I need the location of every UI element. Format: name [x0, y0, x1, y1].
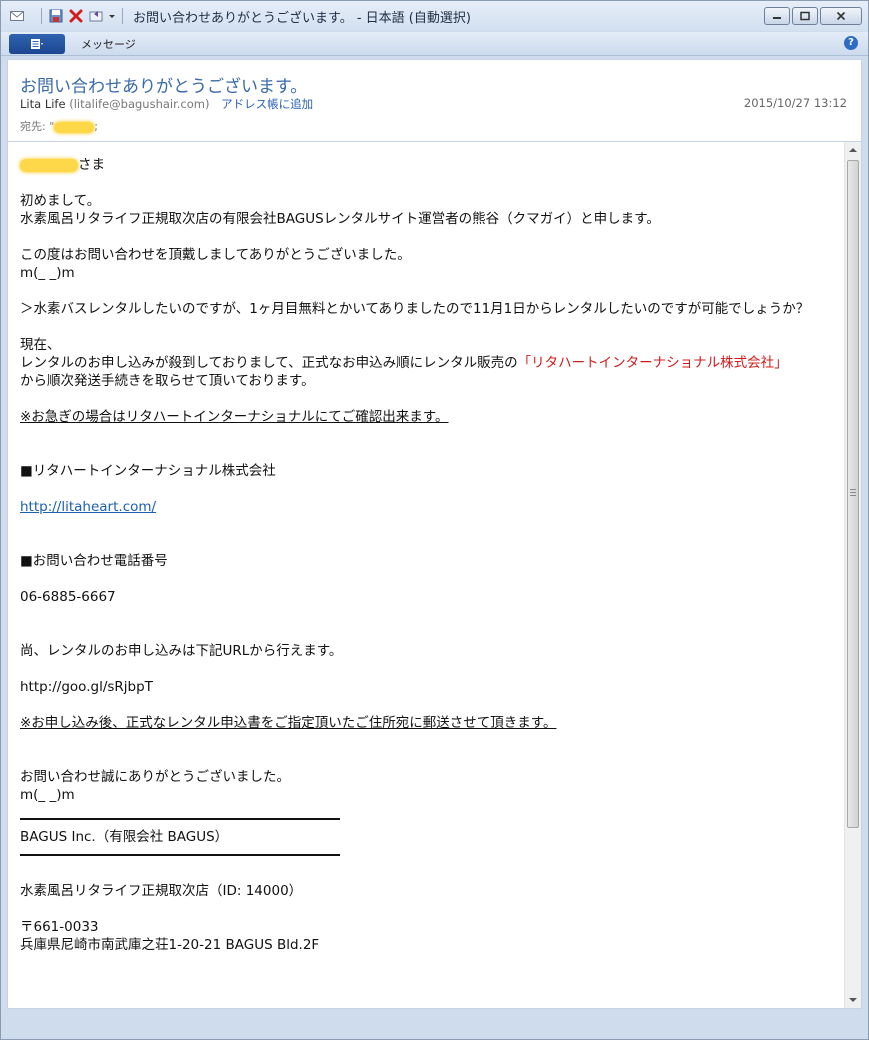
to-suffix: ;	[94, 120, 98, 133]
add-to-contacts-link[interactable]: アドレス帳に追加	[221, 97, 313, 111]
section-heading: ■リタハートインターナショナル株式会社	[20, 463, 276, 479]
company-highlight: 「リタハートインターナショナル株式会社」	[517, 355, 788, 371]
close-icon	[836, 11, 846, 21]
salutation-suffix: さま	[78, 157, 105, 173]
body-line: 水素風呂リタライフ正規取次店の有限会社BAGUSレンタルサイト運営者の熊谷（クマ…	[20, 211, 660, 227]
body-line: から順次発送手続きを取らせて頂いております。	[20, 373, 315, 389]
recipient-line: 宛先: ";	[20, 118, 98, 134]
envelope-icon	[9, 8, 25, 24]
tab-message[interactable]: メッセージ	[81, 36, 136, 52]
separator	[41, 8, 42, 24]
vertical-scrollbar[interactable]	[844, 142, 861, 1008]
window-controls	[764, 7, 862, 25]
maximize-button[interactable]	[792, 7, 818, 25]
body-line: お問い合わせ誠にありがとうございました。	[20, 769, 290, 785]
message-content: さま 初めまして。 水素風呂リタライフ正規取次店の有限会社BAGUSレンタルサイ…	[20, 156, 830, 954]
sender-address: (litalife@bagushair.com)	[69, 97, 210, 111]
note-underlined: ※お申し込み後、正式なレンタル申込書をご指定頂いたご住所宛に郵送させて頂きます。	[20, 715, 557, 731]
save-icon	[49, 9, 63, 23]
body-text: レンタルのお申し込みが殺到しておりまして、正式なお申込み順にレンタル販売の	[20, 355, 518, 371]
to-label: 宛先: "	[20, 120, 55, 133]
body-line: 尚、レンタルのお申し込みは下記URLから行えます。	[20, 643, 343, 659]
close-button[interactable]	[820, 7, 862, 25]
sent-date: 2015/10/27 13:12	[743, 96, 847, 110]
note-underlined: ※お急ぎの場合はリタハートインターナショナルにてご確認出来ます。	[20, 409, 449, 425]
status-bar	[1, 1011, 868, 1039]
grip-icon	[850, 489, 856, 497]
reply-button[interactable]	[86, 6, 106, 26]
app-menu-button[interactable]	[9, 33, 65, 54]
qat-dropdown[interactable]	[106, 6, 118, 26]
signature-address: 兵庫県尼崎市南武庫之荘1-20-21 BAGUS Bld.2F	[20, 937, 320, 953]
body-line: m(_ _)m	[20, 265, 75, 281]
scroll-thumb[interactable]	[847, 160, 859, 828]
litaheart-link[interactable]: http://litaheart.com/	[20, 498, 830, 516]
redacted-recipient	[54, 121, 95, 133]
message-subject: お問い合わせありがとうございます。	[20, 77, 308, 97]
chevron-down-icon	[109, 15, 115, 18]
delete-button[interactable]	[66, 6, 86, 26]
salutation: さま	[20, 156, 830, 174]
rental-url: http://goo.gl/sRjbpT	[20, 679, 153, 695]
body-line: レンタルのお申し込みが殺到しておりまして、正式なお申込み順にレンタル販売の「リタ…	[20, 354, 830, 372]
maximize-icon	[800, 11, 810, 21]
sender-name[interactable]: Lita Life	[20, 97, 66, 111]
body-line: m(_ _)m	[20, 787, 75, 803]
signature-divider	[20, 854, 340, 856]
minimize-icon	[773, 17, 781, 19]
body-line: この度はお問い合わせを頂戴しましてありがとうございました。	[20, 247, 411, 263]
redacted-name	[20, 158, 78, 172]
window-title: お問い合わせありがとうございます。 - 日本語 (自動選択)	[133, 10, 471, 26]
message-body: さま 初めまして。 水素風呂リタライフ正規取次店の有限会社BAGUSレンタルサイ…	[7, 141, 862, 1009]
signature-shop: 水素風呂リタライフ正規取次店（ID: 14000）	[20, 883, 303, 899]
arrow-down-icon	[849, 998, 857, 1002]
scroll-up-button[interactable]	[845, 142, 861, 158]
quoted-question: ＞水素バスレンタルしたいのですが、1ヶ月目無料とかいてありましたので11月1日か…	[20, 301, 810, 317]
signature-divider	[20, 818, 340, 820]
help-icon[interactable]: ?	[844, 36, 858, 50]
reply-icon	[89, 11, 103, 22]
separator	[122, 8, 123, 24]
body-line: 初めまして。	[20, 193, 101, 209]
save-button[interactable]	[46, 6, 66, 26]
scroll-down-button[interactable]	[845, 992, 861, 1008]
signature-zip: 〒661-0033	[20, 919, 99, 935]
signature-company: BAGUS Inc.（有限会社 BAGUS）	[20, 829, 229, 845]
phone-number: 06-6885-6667	[20, 589, 116, 605]
section-heading: ■お問い合わせ電話番号	[20, 553, 168, 569]
sender-line: Lita Life (litalife@bagushair.com) アドレス帳…	[20, 96, 313, 112]
menu-icon	[31, 38, 43, 49]
minimize-button[interactable]	[764, 7, 790, 25]
mail-window: お問い合わせありがとうございます。 - 日本語 (自動選択) メッセージ ? お…	[0, 0, 869, 1040]
delete-x-icon	[69, 9, 83, 23]
body-line: 現在、	[20, 337, 61, 353]
title-bar: お問い合わせありがとうございます。 - 日本語 (自動選択)	[1, 1, 868, 31]
message-header: お問い合わせありがとうございます。 Lita Life (litalife@ba…	[7, 59, 862, 141]
quick-access-toolbar	[37, 6, 127, 26]
arrow-up-icon	[849, 148, 857, 152]
ribbon-bar: メッセージ ?	[1, 32, 868, 56]
